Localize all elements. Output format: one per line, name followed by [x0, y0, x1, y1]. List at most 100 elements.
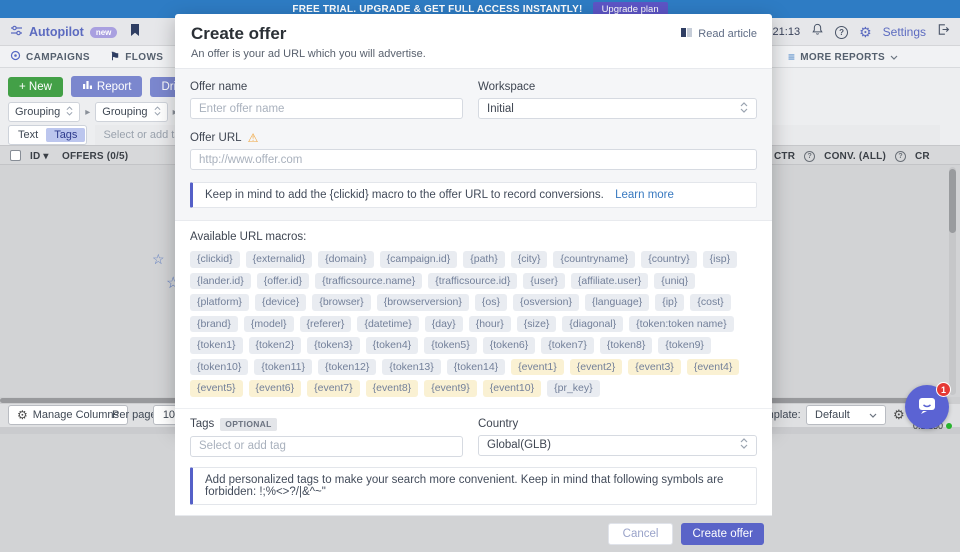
template-gear-icon[interactable]: ⚙	[893, 407, 905, 423]
macro-chip[interactable]: {token12}	[318, 359, 376, 376]
ctr-column-header[interactable]: CTR	[774, 151, 795, 162]
cr-column-header[interactable]: CR	[915, 151, 930, 162]
read-article-link[interactable]: Read article	[680, 27, 757, 41]
toggle-tags[interactable]: Tags	[46, 128, 85, 142]
more-reports-button[interactable]: ≡ MORE REPORTS	[788, 46, 898, 68]
macro-chip[interactable]: {referer}	[300, 316, 352, 333]
bell-icon[interactable]	[811, 23, 824, 41]
template-select[interactable]: Default	[806, 405, 886, 425]
macro-chip[interactable]: {token6}	[483, 337, 536, 354]
macro-chip[interactable]: {token7}	[541, 337, 594, 354]
macro-chip[interactable]: {ip}	[655, 294, 684, 311]
macro-chip[interactable]: {cost}	[690, 294, 730, 311]
settings-link[interactable]: Settings	[883, 25, 926, 39]
macro-chip[interactable]: {diagonal}	[562, 316, 623, 333]
macro-chip[interactable]: {token4}	[366, 337, 419, 354]
macro-chip[interactable]: {externalid}	[246, 251, 313, 268]
offer-url-input[interactable]	[190, 149, 757, 170]
toggle-text[interactable]: Text	[10, 128, 46, 142]
tags-input[interactable]	[190, 436, 463, 457]
caret-right-icon: ▸	[85, 107, 90, 118]
offer-name-input[interactable]	[190, 98, 463, 119]
macro-chip[interactable]: {trafficsource.name}	[315, 273, 422, 290]
macro-chip[interactable]: {token:token name}	[629, 316, 734, 333]
id-column-header[interactable]: ID ▾	[30, 151, 49, 162]
macro-chip[interactable]: {isp}	[703, 251, 737, 268]
manage-columns-button[interactable]: ⚙ Manage Columns	[8, 405, 128, 425]
help-icon[interactable]: ?	[835, 26, 848, 39]
country-select[interactable]: Global(GLB)	[478, 435, 757, 456]
macro-chip[interactable]: {datetime}	[357, 316, 418, 333]
help-icon[interactable]: ?	[895, 151, 906, 162]
new-button[interactable]: + New	[8, 77, 63, 97]
macro-chip[interactable]: {token5}	[424, 337, 477, 354]
macro-chip[interactable]: {language}	[585, 294, 649, 311]
macro-chip[interactable]: {token14}	[447, 359, 505, 376]
macro-chip[interactable]: {user}	[523, 273, 564, 290]
logout-icon[interactable]	[937, 23, 950, 41]
macro-chip[interactable]: {model}	[244, 316, 294, 333]
macro-chip[interactable]: {browser}	[312, 294, 370, 311]
macro-chip[interactable]: {hour}	[469, 316, 511, 333]
macro-chip[interactable]: {token9}	[658, 337, 711, 354]
tab-campaigns[interactable]: CAMPAIGNS	[10, 46, 90, 68]
macro-chip[interactable]: {domain}	[318, 251, 373, 268]
macro-chip[interactable]: {event1}	[511, 359, 564, 376]
workspace-select[interactable]: Initial	[478, 98, 757, 119]
scrollbar-thumb[interactable]	[949, 169, 956, 233]
cancel-button[interactable]: Cancel	[608, 523, 674, 545]
create-offer-button[interactable]: Create offer	[681, 523, 764, 545]
select-all-checkbox[interactable]	[10, 150, 21, 161]
macro-chip[interactable]: {token1}	[190, 337, 243, 354]
tab-flows[interactable]: ⚑ FLOWS	[110, 46, 163, 68]
macro-chip[interactable]: {size}	[517, 316, 557, 333]
grouping-label: Grouping	[102, 106, 147, 118]
macro-chip[interactable]: {browserversion}	[377, 294, 469, 311]
macro-chip[interactable]: {city}	[511, 251, 548, 268]
macro-chip[interactable]: {path}	[463, 251, 504, 268]
macro-chip[interactable]: {event6}	[249, 380, 302, 397]
macro-chip[interactable]: {pr_key}	[547, 380, 600, 397]
macro-chip[interactable]: {token10}	[190, 359, 248, 376]
macro-chip[interactable]: {device}	[255, 294, 306, 311]
macro-chip[interactable]: {token11}	[254, 359, 312, 376]
macro-chip[interactable]: {platform}	[190, 294, 249, 311]
macro-chip[interactable]: {affiliate.user}	[571, 273, 648, 290]
macro-chip[interactable]: {token13}	[382, 359, 440, 376]
macro-chip[interactable]: {clickid}	[190, 251, 240, 268]
macro-chip[interactable]: {os}	[475, 294, 507, 311]
macro-chip[interactable]: {event2}	[570, 359, 623, 376]
learn-more-link[interactable]: Learn more	[615, 189, 674, 201]
help-icon[interactable]: ?	[804, 151, 815, 162]
macro-chip[interactable]: {token2}	[249, 337, 302, 354]
macro-chip[interactable]: {event8}	[366, 380, 419, 397]
macro-chip[interactable]: {event7}	[307, 380, 360, 397]
bookmark-icon[interactable]	[129, 23, 141, 42]
macro-chip[interactable]: {country}	[641, 251, 696, 268]
macro-chip[interactable]: {offer.id}	[257, 273, 309, 290]
macro-chip[interactable]: {event3}	[628, 359, 681, 376]
grouping-select-1[interactable]: Grouping	[8, 102, 80, 122]
macro-chip[interactable]: {trafficsource.id}	[428, 273, 517, 290]
macro-chip[interactable]: {token3}	[307, 337, 360, 354]
vertical-scrollbar[interactable]	[949, 167, 956, 395]
macro-chip[interactable]: {countryname}	[553, 251, 635, 268]
macro-chip[interactable]: {event10}	[483, 380, 541, 397]
brand[interactable]: Autopilot new	[10, 18, 141, 46]
chat-widget-button[interactable]: 1	[905, 385, 949, 429]
macro-chip[interactable]: {event9}	[424, 380, 477, 397]
macro-chip[interactable]: {token8}	[600, 337, 653, 354]
star-icon[interactable]: ☆	[152, 252, 165, 266]
macro-chip[interactable]: {uniq}	[654, 273, 695, 290]
macro-chip[interactable]: {lander.id}	[190, 273, 251, 290]
report-button[interactable]: Report	[71, 76, 143, 97]
gear-icon[interactable]: ⚙	[859, 25, 872, 39]
macro-chip[interactable]: {osversion}	[513, 294, 579, 311]
macro-chip[interactable]: {day}	[425, 316, 463, 333]
grouping-select-2[interactable]: Grouping	[95, 102, 167, 122]
macro-chip[interactable]: {event5}	[190, 380, 243, 397]
macro-chip[interactable]: {campaign.id}	[380, 251, 458, 268]
macro-chip[interactable]: {event4}	[687, 359, 740, 376]
macro-chip[interactable]: {brand}	[190, 316, 238, 333]
conv-column-header[interactable]: CONV. (ALL)	[824, 151, 886, 162]
